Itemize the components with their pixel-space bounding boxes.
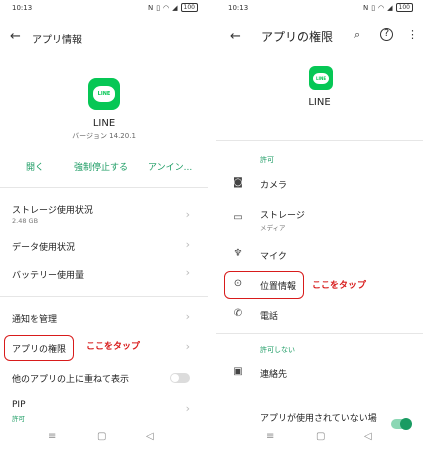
status-bar: 10:13 N ▯ ◠ ◢ 100: [0, 0, 208, 16]
row-label: 通知を管理: [12, 315, 58, 325]
data-usage-row[interactable]: データ使用状況 ›: [0, 237, 208, 257]
folder-icon: ▭: [233, 212, 243, 223]
row-label: ストレージ: [260, 211, 305, 221]
divider: [216, 333, 423, 334]
battery-icon: 100: [180, 3, 198, 12]
system-nav-bar: ≡ ▢ ◁: [0, 426, 208, 450]
storage-usage-row[interactable]: ストレージ使用状況 2.48 GB ›: [0, 200, 208, 230]
page-title: アプリの権限: [261, 30, 334, 44]
row-label: 電話: [260, 312, 279, 322]
highlight-box: [224, 271, 304, 299]
highlight-box: [4, 335, 74, 361]
help-icon[interactable]: ?: [380, 28, 393, 41]
line-logo: LINE: [313, 72, 329, 84]
back-arrow-icon[interactable]: ←: [230, 29, 241, 44]
row-label: PIP: [12, 400, 26, 410]
open-button[interactable]: 開く: [26, 160, 44, 173]
tap-here-annotation: ここをタップ: [86, 342, 141, 352]
toggle-knob: [171, 374, 179, 382]
camera-icon: ◙: [233, 177, 243, 188]
row-label: アプリが使用されていない場: [260, 414, 377, 424]
home-icon[interactable]: ▢: [316, 431, 325, 442]
divider: [0, 187, 208, 188]
menu-icon[interactable]: ≡: [266, 431, 274, 442]
chevron-right-icon: ›: [185, 266, 190, 279]
line-logo: LINE: [93, 86, 115, 102]
action-buttons: 開く 強制停止する アンイン...: [0, 160, 208, 176]
phone-icon: ✆: [233, 308, 243, 319]
battery-usage-row[interactable]: バッテリー使用量 ›: [0, 265, 208, 285]
denied-section-header: 許可しない: [260, 346, 295, 354]
app-name: LINE: [308, 97, 331, 108]
chevron-right-icon: ›: [185, 402, 190, 415]
display-over-apps-row[interactable]: 他のアプリの上に重ねて表示: [0, 368, 208, 388]
chevron-right-icon: ›: [185, 238, 190, 251]
contacts-icon: ▣: [233, 366, 243, 377]
row-label: バッテリー使用量: [12, 271, 85, 281]
permission-camera-row[interactable]: ◙ カメラ: [216, 173, 423, 195]
back-arrow-icon[interactable]: ←: [10, 29, 21, 44]
line-app-icon: LINE: [309, 66, 333, 90]
status-bar: 10:13 N ▯ ◠ ◢ 100: [216, 0, 423, 16]
system-nav-bar: ≡ ▢ ◁: [216, 426, 423, 450]
nfc-icon: N: [362, 3, 369, 12]
row-sublabel: 2.48 GB: [12, 217, 39, 225]
pip-row[interactable]: PIP 許可 ›: [0, 398, 208, 424]
row-label: ストレージ使用状況: [12, 206, 93, 216]
signal-icon: ◢: [387, 3, 393, 12]
force-stop-button[interactable]: 強制停止する: [74, 160, 128, 173]
status-icons: N ▯ ◠ ◢ 100: [148, 3, 198, 12]
app-version: バージョン 14.20.1: [72, 132, 136, 140]
allowed-section-header: 許可: [260, 156, 274, 164]
row-sublabel: 許可: [12, 415, 25, 423]
more-vert-icon[interactable]: ⋮: [407, 28, 418, 41]
back-triangle-icon[interactable]: ◁: [364, 431, 372, 442]
divider: [0, 296, 208, 297]
manage-notifications-row[interactable]: 通知を管理 ›: [0, 309, 208, 329]
uninstall-button[interactable]: アンイン...: [148, 160, 192, 173]
overlay-toggle[interactable]: [170, 373, 190, 383]
vibrate-icon: ▯: [156, 3, 161, 12]
app-bar: ← アプリの権限 ⌕ ? ⋮: [216, 22, 423, 52]
tap-here-annotation: ここをタップ: [312, 281, 367, 291]
app-info-screen: 10:13 N ▯ ◠ ◢ 100 ← アプリ情報 LINE LINE バージョ…: [0, 0, 208, 450]
divider: [216, 140, 423, 141]
home-icon[interactable]: ▢: [97, 431, 106, 442]
line-app-icon: LINE: [88, 78, 120, 110]
app-permissions-screen: 10:13 N ▯ ◠ ◢ 100 ← アプリの権限 ⌕ ? ⋮ LINE LI…: [216, 0, 423, 450]
page-title: アプリ情報: [32, 35, 82, 46]
microphone-icon: ♆: [233, 248, 243, 259]
chevron-right-icon: ›: [185, 340, 190, 353]
status-time: 10:13: [12, 4, 33, 12]
back-triangle-icon[interactable]: ◁: [146, 431, 154, 442]
nfc-icon: N: [147, 3, 154, 12]
vibrate-icon: ▯: [371, 3, 376, 12]
status-time: 10:13: [228, 4, 249, 12]
permission-contacts-row[interactable]: ▣ 連絡先: [216, 362, 423, 384]
permission-storage-row[interactable]: ▭ ストレージ メディア: [216, 205, 423, 233]
chevron-right-icon: ›: [185, 208, 190, 221]
wifi-icon: ◠: [163, 3, 170, 12]
row-label: データ使用状況: [12, 243, 76, 253]
status-icons: N ▯ ◠ ◢ 100: [363, 3, 413, 12]
app-bar: ← アプリ情報: [0, 22, 208, 52]
menu-icon[interactable]: ≡: [48, 431, 56, 442]
row-label: カメラ: [260, 181, 288, 191]
permission-microphone-row[interactable]: ♆ マイク: [216, 244, 423, 266]
row-label: 連絡先: [260, 370, 288, 380]
app-name: LINE: [92, 118, 116, 129]
row-label: 他のアプリの上に重ねて表示: [12, 375, 130, 385]
signal-icon: ◢: [172, 3, 178, 12]
row-label: マイク: [260, 252, 287, 262]
row-sublabel: メディア: [260, 224, 286, 232]
chevron-right-icon: ›: [185, 310, 190, 323]
search-icon[interactable]: ⌕: [354, 28, 360, 42]
permission-phone-row[interactable]: ✆ 電話: [216, 304, 423, 326]
wifi-icon: ◠: [378, 3, 385, 12]
battery-icon: 100: [395, 3, 413, 12]
